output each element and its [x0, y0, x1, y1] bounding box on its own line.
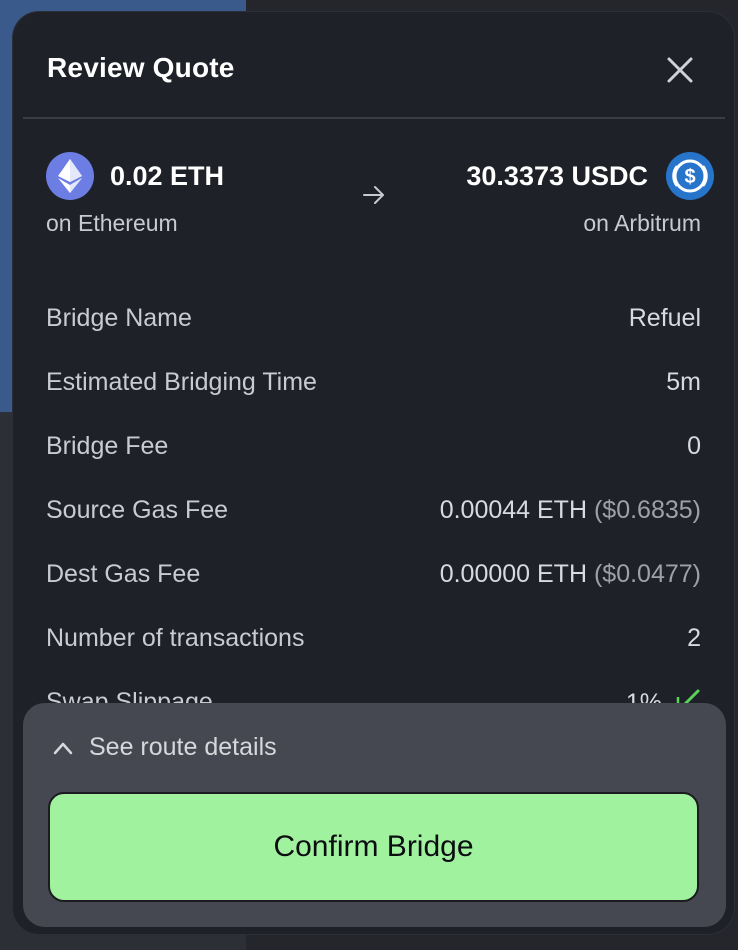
detail-row-bridge-fee: Bridge Fee 0 — [46, 432, 701, 496]
detail-row-source-gas-fee: Source Gas Fee 0.00044 ETH ($0.6835) — [46, 496, 701, 560]
close-icon — [667, 57, 693, 83]
modal-title: Review Quote — [47, 52, 235, 83]
detail-value: 5m — [666, 368, 701, 396]
route-details-label: See route details — [89, 733, 277, 761]
modal-header: Review Quote — [13, 12, 734, 118]
detail-value: 0.00044 ETH — [439, 496, 588, 524]
detail-value: 0.00000 ETH — [439, 560, 588, 588]
quote-details: Bridge Name Refuel Estimated Bridging Ti… — [46, 304, 701, 752]
to-amount: 30.3373 USDC — [466, 160, 648, 191]
detail-label: Source Gas Fee — [46, 496, 229, 524]
confirm-bridge-label: Confirm Bridge — [273, 830, 474, 863]
detail-label: Bridge Fee — [46, 432, 169, 460]
detail-label: Estimated Bridging Time — [46, 368, 317, 396]
detail-row-dest-gas-fee: Dest Gas Fee 0.00000 ETH ($0.0477) — [46, 560, 701, 624]
from-network: on Ethereum — [46, 210, 178, 236]
confirm-bridge-button[interactable]: Confirm Bridge — [48, 792, 699, 902]
detail-row-transactions: Number of transactions 2 — [46, 624, 701, 688]
chevron-up-icon — [53, 742, 73, 754]
detail-usd-value: ($0.6835) — [593, 496, 701, 524]
see-route-details-toggle[interactable]: See route details — [53, 733, 277, 762]
svg-text:$: $ — [684, 166, 695, 188]
detail-value: 2 — [687, 624, 701, 652]
to-token: $ 30.3373 USDC — [466, 152, 714, 200]
detail-value: Refuel — [628, 304, 701, 332]
header-divider — [23, 117, 725, 119]
detail-value-group: 0.00000 ETH ($0.0477) — [440, 560, 701, 589]
detail-value-group: 0.00044 ETH ($0.6835) — [440, 496, 701, 525]
from-amount: 0.02 ETH — [110, 160, 225, 191]
arrow-right-icon — [362, 184, 386, 211]
from-token: 0.02 ETH — [46, 152, 224, 200]
detail-value: 0 — [687, 432, 701, 460]
close-button[interactable] — [662, 52, 698, 88]
detail-label: Bridge Name — [46, 304, 192, 332]
detail-row-bridging-time: Estimated Bridging Time 5m — [46, 368, 701, 432]
review-quote-modal: Review Quote 0.02 ETH on Ethereum $ 30.3… — [13, 12, 734, 934]
detail-usd-value: ($0.0477) — [593, 560, 701, 588]
ethereum-icon — [46, 152, 94, 200]
usdc-icon: $ — [666, 152, 714, 200]
detail-row-bridge-name: Bridge Name Refuel — [46, 304, 701, 368]
to-network: on Arbitrum — [583, 210, 701, 236]
detail-label: Dest Gas Fee — [46, 560, 201, 588]
bottom-sheet: See route details Confirm Bridge — [23, 703, 726, 927]
detail-label: Number of transactions — [46, 624, 305, 652]
